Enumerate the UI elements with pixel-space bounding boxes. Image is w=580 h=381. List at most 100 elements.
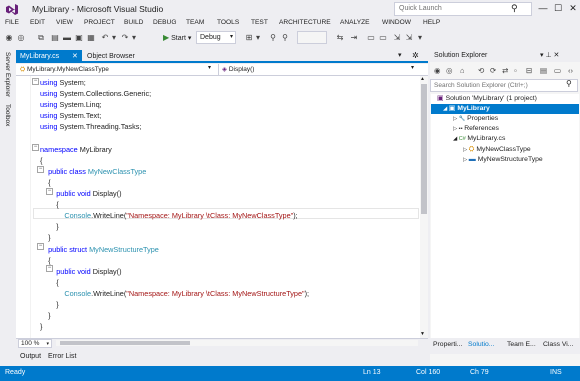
pin-icon[interactable]: ⊥ bbox=[545, 52, 551, 59]
code-line[interactable]: public class MyNewClassType bbox=[40, 166, 146, 177]
find-icon[interactable]: ⚲ bbox=[268, 31, 278, 44]
bookmark-prev-icon[interactable]: ▭ bbox=[378, 31, 388, 44]
code-line[interactable]: } bbox=[40, 321, 42, 332]
attach-dropdown-icon[interactable]: ▾ bbox=[254, 31, 262, 44]
tree-item[interactable]: ▷ ⛭ MyNewClassType bbox=[463, 145, 531, 155]
redo-icon[interactable]: ↷ bbox=[120, 31, 130, 44]
window-position-icon[interactable]: ▾ bbox=[540, 52, 544, 59]
toolbar-options-icon[interactable]: ▾ bbox=[416, 31, 424, 44]
save-all-icon[interactable]: ▦ bbox=[86, 31, 96, 44]
attach-icon[interactable]: ⊞ bbox=[244, 31, 254, 44]
code-line[interactable]: { bbox=[40, 255, 50, 266]
clear-bookmarks-icon[interactable]: ⇲ bbox=[404, 31, 414, 44]
tab-output[interactable]: Output bbox=[20, 353, 41, 360]
member-dropdown[interactable]: ◈ Display() bbox=[222, 65, 254, 75]
code-line[interactable]: using System.Collections.Generic; bbox=[40, 88, 151, 99]
comment-icon[interactable]: ⇆ bbox=[334, 31, 346, 44]
code-line[interactable]: { bbox=[40, 277, 58, 288]
home-icon[interactable]: ⌂ bbox=[460, 66, 465, 75]
tree-item[interactable]: ◢ ▣ MyLibrary bbox=[443, 104, 490, 114]
menu-window[interactable]: WINDOW bbox=[382, 19, 411, 26]
bookmark-next-icon[interactable]: ⇲ bbox=[392, 31, 402, 44]
code-view-icon[interactable]: ‹› bbox=[568, 66, 573, 75]
menu-test[interactable]: TEST bbox=[251, 19, 268, 26]
menu-debug[interactable]: DEBUG bbox=[153, 19, 176, 26]
bookmark-icon[interactable]: ▭ bbox=[366, 31, 376, 44]
tree-item[interactable]: ▣ Solution 'MyLibrary' (1 project) bbox=[437, 94, 537, 104]
menu-architecture[interactable]: ARCHITECTURE bbox=[279, 19, 331, 26]
new-project-icon[interactable]: ⧉ bbox=[36, 31, 46, 44]
tree-item[interactable]: ▷ ▪▪ References bbox=[453, 124, 499, 134]
redo-dropdown-icon[interactable]: ▾ bbox=[130, 31, 138, 44]
server-explorer-tab[interactable]: Server Explorer bbox=[4, 52, 11, 97]
code-line[interactable]: namespace MyLibrary bbox=[40, 144, 112, 155]
back-icon[interactable]: ◉ bbox=[4, 31, 14, 44]
zoom-combo[interactable]: 100 % ▾ bbox=[18, 339, 52, 348]
preview-icon[interactable]: ▭ bbox=[554, 66, 561, 75]
code-line[interactable]: } bbox=[40, 232, 50, 243]
find-combo[interactable] bbox=[297, 31, 327, 44]
collapse-icon[interactable]: − bbox=[32, 78, 39, 85]
collapse-icon[interactable]: − bbox=[32, 144, 39, 151]
collapse-icon[interactable]: − bbox=[46, 188, 53, 195]
code-line[interactable]: Console.WriteLine("Namespace: MyLibrary … bbox=[40, 288, 309, 299]
start-button[interactable]: ▶ Start ▾ bbox=[163, 31, 191, 44]
tree-item[interactable]: ▷ 🔧 Properties bbox=[453, 114, 498, 124]
chevron-down-icon[interactable]: ▾ bbox=[208, 64, 211, 71]
code-line[interactable]: } bbox=[40, 299, 58, 310]
code-line[interactable]: using System.Text; bbox=[40, 110, 101, 121]
collapse-icon[interactable]: − bbox=[37, 166, 44, 173]
code-line[interactable]: using System.Linq; bbox=[40, 99, 102, 110]
save-icon[interactable]: ▣ bbox=[74, 31, 84, 44]
tab-mylibrary-cs[interactable]: MyLibrary.cs ✕ bbox=[16, 50, 82, 63]
quick-launch-input[interactable]: Quick Launch ⚲ bbox=[394, 2, 532, 16]
vertical-scrollbar-thumb[interactable] bbox=[421, 84, 427, 214]
close-button[interactable]: ✕ bbox=[566, 2, 580, 14]
back-icon[interactable]: ◉ bbox=[434, 66, 441, 75]
tab-solution-explorer[interactable]: Solutio... bbox=[468, 341, 494, 348]
pending-changes-icon[interactable]: ⟳ bbox=[490, 66, 496, 75]
tab-error-list[interactable]: Error List bbox=[48, 353, 76, 360]
code-line[interactable]: } bbox=[40, 221, 58, 232]
tab-class-view[interactable]: Class Vi... bbox=[543, 341, 573, 348]
tab-object-browser[interactable]: Object Browser bbox=[87, 50, 135, 63]
collapse-icon[interactable]: − bbox=[46, 265, 53, 272]
menu-build[interactable]: BUILD bbox=[124, 19, 143, 26]
minimize-button[interactable]: — bbox=[536, 2, 550, 14]
code-line[interactable]: { bbox=[40, 177, 50, 188]
refresh-icon[interactable]: ▫ bbox=[514, 66, 517, 75]
menu-help[interactable]: HELP bbox=[423, 19, 440, 26]
menu-analyze[interactable]: ANALYZE bbox=[340, 19, 370, 26]
forward-icon[interactable]: ◎ bbox=[16, 31, 26, 44]
sync-icon[interactable]: ⟲ bbox=[478, 66, 484, 75]
code-line[interactable]: using System; bbox=[40, 77, 86, 88]
code-line[interactable]: { bbox=[40, 155, 42, 166]
undo-icon[interactable]: ↶ bbox=[100, 31, 110, 44]
scroll-down-icon[interactable]: ▼ bbox=[420, 331, 425, 337]
undo-dropdown-icon[interactable]: ▾ bbox=[110, 31, 118, 44]
code-line[interactable]: using System.Threading.Tasks; bbox=[40, 121, 141, 132]
forward-icon[interactable]: ◎ bbox=[446, 66, 453, 75]
menu-project[interactable]: PROJECT bbox=[84, 19, 115, 26]
code-line[interactable]: } bbox=[40, 310, 50, 321]
tree-item[interactable]: ▷ ▬ MyNewStructureType bbox=[463, 155, 543, 165]
menu-team[interactable]: TEAM bbox=[186, 19, 204, 26]
find-next-icon[interactable]: ⚲ bbox=[280, 31, 290, 44]
close-icon[interactable]: ✕ bbox=[72, 50, 78, 63]
collapse-all-icon[interactable]: ⊟ bbox=[526, 66, 532, 75]
properties-icon[interactable]: ▤ bbox=[540, 66, 547, 75]
scroll-up-icon[interactable]: ▲ bbox=[420, 76, 425, 82]
collapse-icon[interactable]: − bbox=[37, 243, 44, 250]
tab-properties[interactable]: Properti... bbox=[433, 341, 462, 348]
gear-icon[interactable]: ✲ bbox=[412, 51, 419, 60]
tree-item[interactable]: ◢ C# MyLibrary.cs bbox=[453, 134, 505, 144]
menu-view[interactable]: VIEW bbox=[56, 19, 73, 26]
code-line[interactable]: Console.WriteLine("Namespace: MyLibrary … bbox=[40, 210, 297, 221]
configuration-combo[interactable]: Debug ▾ bbox=[196, 31, 236, 44]
solution-search-input[interactable]: Search Solution Explorer (Ctrl+;) bbox=[430, 79, 578, 92]
horizontal-scrollbar-thumb[interactable] bbox=[60, 341, 190, 345]
menu-tools[interactable]: TOOLS bbox=[217, 19, 239, 26]
chevron-down-icon[interactable]: ▾ bbox=[411, 64, 414, 71]
indent-icon[interactable]: ⇥ bbox=[348, 31, 360, 44]
show-all-files-icon[interactable]: ⇄ bbox=[502, 66, 508, 75]
